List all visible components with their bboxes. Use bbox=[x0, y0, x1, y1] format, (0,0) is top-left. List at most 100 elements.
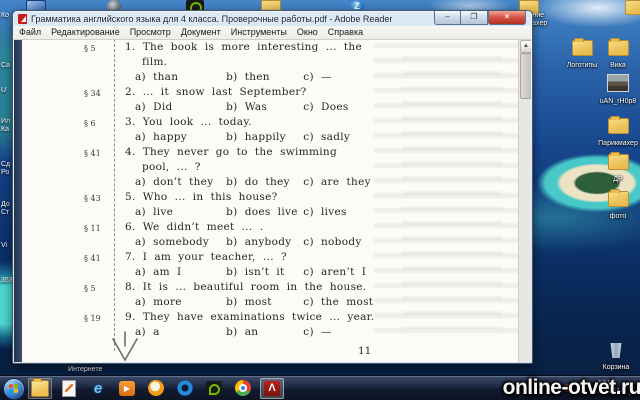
navigation-pane-strip[interactable] bbox=[14, 39, 22, 362]
desktop-icon-glyph bbox=[610, 343, 623, 358]
maximize-button[interactable]: ❐ bbox=[460, 11, 488, 25]
option-a: a) more bbox=[135, 295, 219, 310]
question-block: § 19 9. They have examinations twice ...… bbox=[125, 310, 393, 340]
desktop-icon[interactable]: uAN_rH0p8 bbox=[596, 74, 640, 106]
desktop-icon[interactable]: фото bbox=[596, 191, 640, 221]
desktop-icon[interactable]: Вика bbox=[596, 40, 640, 70]
taskbar-app-icon bbox=[235, 380, 251, 396]
question-text: 4. They never go to the swimming pool, .… bbox=[125, 145, 393, 175]
desktop-label-internet[interactable]: Интернете bbox=[68, 366, 102, 373]
taskbar-app-icon: Λ bbox=[264, 381, 280, 396]
section-reference: § 34 bbox=[84, 86, 120, 101]
option-c: c) the most bbox=[303, 295, 373, 310]
answer-options: a) don’t they b) do they c) are they bbox=[125, 175, 393, 190]
desktop-label-fragment: Ро bbox=[1, 169, 9, 176]
desktop-icon-label: ДР bbox=[596, 176, 640, 184]
taskbar-app-icon bbox=[148, 380, 164, 396]
document-area: § 5 1. The book is more interesting ... … bbox=[14, 39, 531, 362]
desktop-label-fragment: До bbox=[1, 201, 10, 208]
desktop-icon[interactable]: Парикмахер bbox=[596, 118, 640, 148]
question-block: § 41 4. They never go to the swimming po… bbox=[125, 145, 393, 190]
start-button[interactable] bbox=[3, 378, 25, 400]
taskbar-app-button[interactable] bbox=[231, 378, 255, 399]
pdf-page: § 5 1. The book is more interesting ... … bbox=[22, 39, 518, 362]
caption-buttons: – ❐ × bbox=[434, 11, 526, 25]
answer-options: a) a b) an c) — bbox=[125, 325, 393, 340]
page-number: 11 bbox=[358, 345, 371, 357]
answer-options: a) live b) does live c) lives bbox=[125, 205, 393, 220]
taskbar-app-button[interactable] bbox=[144, 378, 168, 399]
desktop-label-fragment: Ст bbox=[1, 209, 9, 216]
menu-item[interactable]: Просмотр bbox=[125, 26, 176, 39]
desktop-label-fragment: Са bbox=[1, 62, 10, 69]
desktop-icon-glyph bbox=[607, 74, 629, 92]
taskbar-app-button[interactable] bbox=[28, 378, 52, 399]
desktop-shortcut-icon[interactable] bbox=[625, 0, 640, 13]
option-b: b) anybody bbox=[226, 235, 296, 250]
vertical-scrollbar[interactable]: ▲ bbox=[518, 39, 531, 362]
desktop-icon-label: uAN_rH0p8 bbox=[596, 98, 640, 106]
question-text: 5. Who ... in this house? bbox=[125, 190, 393, 205]
option-a: a) live bbox=[135, 205, 219, 220]
menu-item[interactable]: Редактирование bbox=[46, 26, 125, 39]
question-text: 2. ... it snow last September? bbox=[125, 85, 393, 100]
question-block: § 43 5. Who ... in this house? a) live b… bbox=[125, 190, 393, 220]
taskbar-app-icon: e bbox=[90, 381, 106, 396]
question-list: § 5 1. The book is more interesting ... … bbox=[125, 40, 393, 340]
question-block: § 34 2. ... it snow last September? a) D… bbox=[125, 85, 393, 115]
question-block: § 41 7. I am your teacher, ... ? a) am I… bbox=[125, 250, 393, 280]
section-reference: § 5 bbox=[84, 41, 120, 56]
desktop-icon[interactable]: ДР bbox=[596, 154, 640, 184]
option-c: c) aren’t I bbox=[303, 265, 366, 280]
shortcut-glyph bbox=[625, 0, 640, 15]
taskbar-app-button[interactable]: ▶ bbox=[115, 378, 139, 399]
section-reference: § 43 bbox=[84, 191, 120, 206]
desktop-icon-label: Вика bbox=[596, 62, 640, 70]
question-text: 6. We didn’t meet ... . bbox=[125, 220, 393, 235]
menu-item[interactable]: Файл bbox=[14, 26, 46, 39]
desktop-label-fragment: 353 bbox=[1, 277, 13, 284]
answer-options: a) somebody b) anybody c) nobody bbox=[125, 235, 393, 250]
desktop-label-fragment: Vi bbox=[1, 242, 7, 249]
desktop-label-fragment: Ка bbox=[1, 126, 9, 133]
option-a: a) don’t they bbox=[135, 175, 219, 190]
taskbar-app-button[interactable]: e bbox=[86, 378, 110, 399]
minimize-button[interactable]: – bbox=[434, 11, 460, 25]
option-a: a) somebody bbox=[135, 235, 219, 250]
taskbar-app-button[interactable] bbox=[57, 378, 81, 399]
option-c: c) nobody bbox=[303, 235, 361, 250]
scroll-up-icon[interactable]: ▲ bbox=[520, 40, 531, 53]
desktop-label-fragment: Ко bbox=[1, 12, 9, 19]
option-b: b) then bbox=[226, 70, 296, 85]
close-button[interactable]: × bbox=[488, 11, 526, 25]
menu-item[interactable]: Инструменты bbox=[226, 26, 292, 39]
scrollbar-thumb[interactable] bbox=[520, 53, 531, 99]
answer-options: a) am I b) isn’t it c) aren’t I bbox=[125, 265, 393, 280]
menu-item[interactable]: Справка bbox=[323, 26, 368, 39]
desktop-icon-glyph bbox=[608, 118, 629, 134]
option-c: c) lives bbox=[303, 205, 346, 220]
answer-options: a) more b) most c) the most bbox=[125, 295, 393, 310]
option-b: b) an bbox=[226, 325, 296, 340]
desktop-icon[interactable]: Корзина bbox=[594, 343, 638, 372]
desktop-icon-glyph bbox=[608, 154, 629, 170]
option-b: b) happily bbox=[226, 130, 296, 145]
section-reference: § 41 bbox=[84, 146, 120, 161]
question-text: 7. I am your teacher, ... ? bbox=[125, 250, 393, 265]
section-reference: § 6 bbox=[84, 116, 120, 131]
menu-item[interactable]: Документ bbox=[176, 26, 226, 39]
taskbar-app-button[interactable] bbox=[202, 378, 226, 399]
watermark-text: online-otvet.ru bbox=[503, 376, 640, 400]
option-b: b) most bbox=[226, 295, 296, 310]
taskbar-app-button[interactable] bbox=[173, 378, 197, 399]
taskbar-app-icon bbox=[177, 380, 193, 396]
taskbar-app-button[interactable]: Λ bbox=[260, 378, 284, 399]
desktop-icon-label: Корзина bbox=[594, 364, 638, 372]
window-title: Грамматика английского языка для 4 класс… bbox=[31, 14, 392, 24]
desktop-icon-glyph bbox=[608, 191, 629, 207]
question-block: § 6 3. You look ... today. a) happy b) h… bbox=[125, 115, 393, 145]
question-text: 9. They have examinations twice ... year… bbox=[125, 310, 393, 325]
menu-item[interactable]: Окно bbox=[292, 26, 323, 39]
option-a: a) happy bbox=[135, 130, 219, 145]
windows-logo-icon bbox=[9, 384, 18, 394]
